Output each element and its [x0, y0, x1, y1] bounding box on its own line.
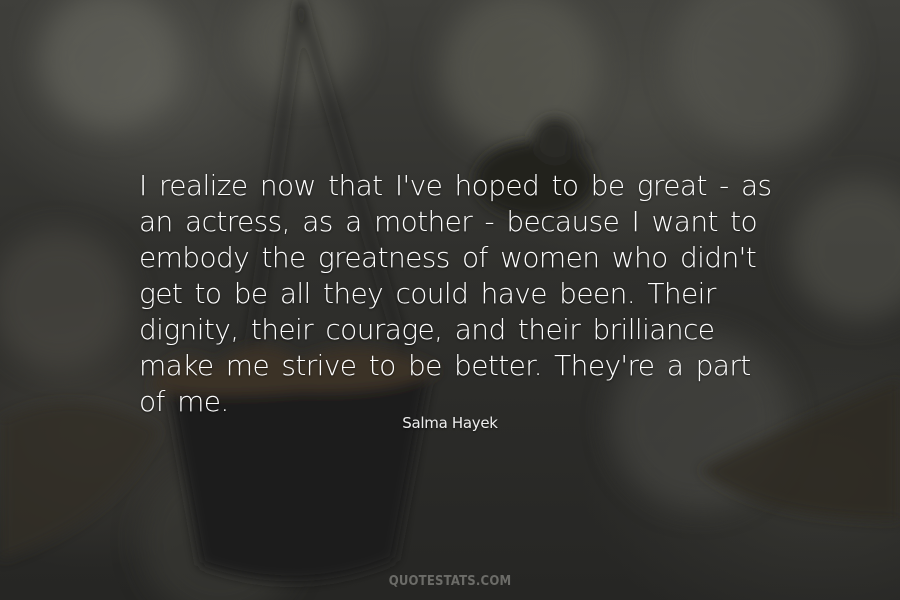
- site-watermark: QUOTESTATS.COM: [388, 574, 512, 589]
- quote-image: I realize now that I've hoped to be grea…: [0, 0, 900, 600]
- quote-author: Salma Hayek: [402, 414, 498, 432]
- quote-text: I realize now that I've hoped to be grea…: [139, 169, 772, 418]
